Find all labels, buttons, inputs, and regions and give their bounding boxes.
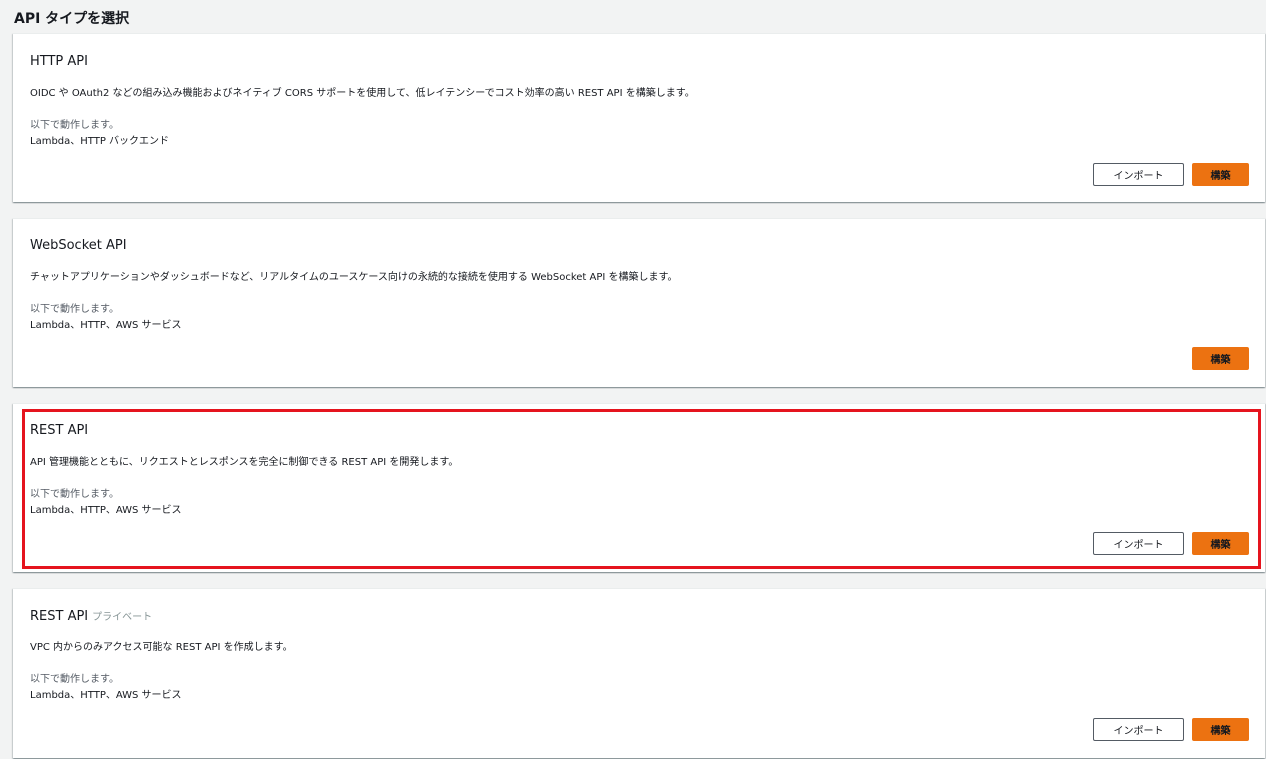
card-rest-api: REST API API 管理機能とともに、リクエストとレスポンスを完全に制御で… bbox=[13, 403, 1265, 572]
card-description: OIDC や OAuth2 などの組み込み機能およびネイティブ CORS サポー… bbox=[30, 88, 695, 99]
works-with-value: Lambda、HTTP、AWS サービス bbox=[30, 690, 182, 701]
card-title: REST API プライベート bbox=[30, 609, 153, 624]
works-with-label: 以下で動作します。 bbox=[30, 489, 119, 500]
build-button[interactable]: 構築 bbox=[1192, 532, 1249, 555]
card-description: チャットアプリケーションやダッシュボードなど、リアルタイムのユースケース向けの永… bbox=[30, 272, 678, 283]
works-with-value: Lambda、HTTP、AWS サービス bbox=[30, 320, 182, 331]
build-button[interactable]: 構築 bbox=[1192, 163, 1249, 186]
import-button[interactable]: インポート bbox=[1093, 163, 1184, 186]
card-description: VPC 内からのみアクセス可能な REST API を作成します。 bbox=[30, 642, 293, 653]
page-title: API タイプを選択 bbox=[14, 11, 130, 27]
card-rest-api-private: REST API プライベート VPC 内からのみアクセス可能な REST API… bbox=[13, 588, 1265, 758]
works-with-label: 以下で動作します。 bbox=[30, 120, 119, 131]
private-badge: プライベート bbox=[92, 612, 153, 623]
works-with-label: 以下で動作します。 bbox=[30, 674, 119, 685]
build-button[interactable]: 構築 bbox=[1192, 718, 1249, 741]
card-title: REST API bbox=[30, 423, 89, 438]
build-button[interactable]: 構築 bbox=[1192, 347, 1249, 370]
card-title: HTTP API bbox=[30, 54, 88, 69]
card-http-api: HTTP API OIDC や OAuth2 などの組み込み機能およびネイティブ… bbox=[13, 33, 1265, 202]
works-with-label: 以下で動作します。 bbox=[30, 304, 119, 315]
card-title: WebSocket API bbox=[30, 238, 127, 253]
import-button[interactable]: インポート bbox=[1093, 718, 1184, 741]
card-websocket-api: WebSocket API チャットアプリケーションやダッシュボードなど、リアル… bbox=[13, 218, 1265, 387]
import-button[interactable]: インポート bbox=[1093, 532, 1184, 555]
card-description: API 管理機能とともに、リクエストとレスポンスを完全に制御できる REST A… bbox=[30, 457, 459, 468]
works-with-value: Lambda、HTTP、AWS サービス bbox=[30, 505, 182, 516]
works-with-value: Lambda、HTTP バックエンド bbox=[30, 136, 170, 147]
